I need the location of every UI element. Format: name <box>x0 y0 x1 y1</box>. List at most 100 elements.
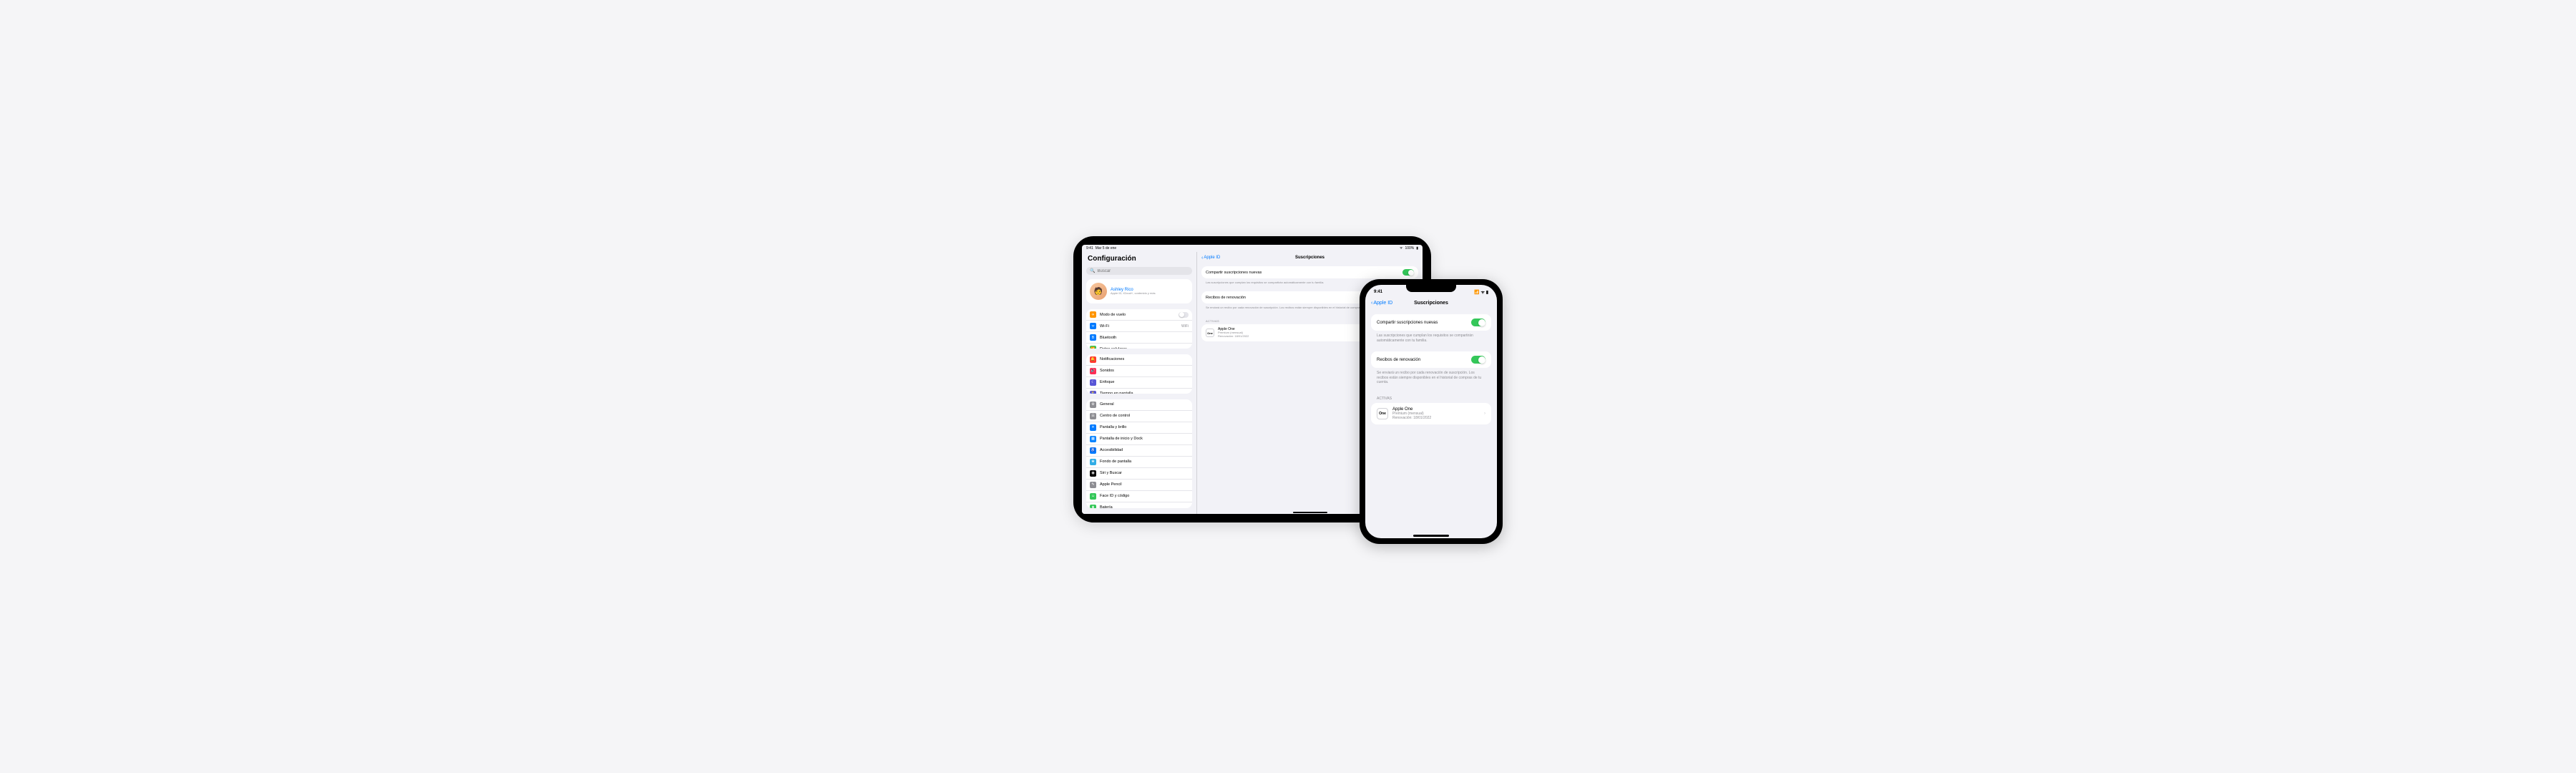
status-time: 9:41 <box>1086 246 1093 251</box>
device-mockup-stage: 9:41 Mar 5 de ene ᯤ 100% ▮ Configuración… <box>1073 236 1503 537</box>
cellular-icon: 📶 <box>1090 346 1096 349</box>
wifi-value: WiFi <box>1181 324 1189 329</box>
homescreen-label: Pantalla de inicio y Dock <box>1100 437 1189 441</box>
sounds-row[interactable]: 🔊 Sonidos <box>1086 366 1192 377</box>
iphone-body: Compartir suscripciones nuevas Las suscr… <box>1365 310 1497 532</box>
chevron-right-icon: › <box>1484 412 1485 416</box>
wifi-row[interactable]: ᯤ Wi-Fi WiFi <box>1086 321 1192 332</box>
siri-row[interactable]: ◉ Siri y Buscar <box>1086 468 1192 480</box>
apple-id-card[interactable]: 🧑 Ashley Rico Apple ID, iCloud+, conteni… <box>1086 279 1192 303</box>
bell-icon: 🔔 <box>1090 356 1096 363</box>
home-indicator[interactable] <box>1413 535 1449 537</box>
bluetooth-row[interactable]: B Bluetooth <box>1086 332 1192 344</box>
general-row[interactable]: ⚙ General <box>1086 399 1192 411</box>
display-row[interactable]: ☀ Pantalla y brillo <box>1086 422 1192 434</box>
iphone-nav-header: ‹ Apple ID Suscripciones <box>1365 296 1497 310</box>
pencil-row[interactable]: ✎ Apple Pencil <box>1086 480 1192 491</box>
bluetooth-icon: B <box>1090 334 1096 341</box>
search-icon: 🔍 <box>1090 268 1095 273</box>
wifi-icon: ᯤ <box>1090 323 1096 329</box>
iphone-device-frame: 9:41 📶 ᯤ ▮ ‹ Apple ID Suscripciones Comp… <box>1360 279 1503 544</box>
page-title: Configuración <box>1086 252 1192 267</box>
cellular-row[interactable]: 📶 Datos celulares <box>1086 344 1192 349</box>
control-label: Centro de control <box>1100 414 1189 418</box>
airplane-mode-row[interactable]: ✈ Modo de vuelo <box>1086 309 1192 321</box>
subscription-renewal: Renovación: 18/01/2022 <box>1392 416 1480 420</box>
accessibility-row[interactable]: ♿ Accesibilidad <box>1086 445 1192 457</box>
sliders-icon: ☰ <box>1090 413 1096 419</box>
apple-one-icon: One <box>1206 329 1214 337</box>
share-subscriptions-row[interactable]: Compartir suscripciones nuevas <box>1201 266 1418 278</box>
profile-subtitle: Apple ID, iCloud+, contenido y más <box>1111 292 1189 296</box>
bluetooth-label: Bluetooth <box>1100 336 1189 340</box>
settings-sidebar: Configuración 🔍 🧑 Ashley Rico Apple ID, … <box>1082 252 1196 514</box>
battery-percent: 100% <box>1405 246 1414 251</box>
ipad-status-bar: 9:41 Mar 5 de ene ᯤ 100% ▮ <box>1082 245 1423 252</box>
search-input[interactable] <box>1097 269 1189 273</box>
hourglass-icon: ⏳ <box>1090 391 1096 394</box>
iphone-screen: 9:41 📶 ᯤ ▮ ‹ Apple ID Suscripciones Comp… <box>1365 285 1497 538</box>
gear-icon: ⚙ <box>1090 402 1096 408</box>
search-field[interactable]: 🔍 <box>1086 267 1192 275</box>
alerts-group: 🔔 Notificaciones 🔊 Sonidos ☾ Enfoque <box>1086 354 1192 394</box>
wifi-label: Wi-Fi <box>1100 324 1178 329</box>
wallpaper-row[interactable]: ❀ Fondo de pantalla <box>1086 457 1192 468</box>
system-group: ⚙ General ☰ Centro de control ☀ Pantalla… <box>1086 399 1192 508</box>
subscription-item[interactable]: One Apple One Premium (mensual) Renovaci… <box>1371 403 1491 424</box>
share-toggle[interactable] <box>1402 269 1414 276</box>
faceid-row[interactable]: ☺ Face ID y código <box>1086 491 1192 502</box>
speaker-icon: 🔊 <box>1090 368 1096 374</box>
display-label: Pantalla y brillo <box>1100 425 1189 429</box>
accessibility-label: Accesibilidad <box>1100 448 1189 452</box>
accessibility-icon: ♿ <box>1090 447 1096 454</box>
homescreen-row[interactable]: ▦ Pantalla de inicio y Dock <box>1086 434 1192 445</box>
pencil-label: Apple Pencil <box>1100 482 1189 487</box>
share-label: Compartir suscripciones nuevas <box>1206 271 1262 275</box>
share-label: Compartir suscripciones nuevas <box>1377 321 1438 325</box>
status-time: 9:41 <box>1374 290 1382 294</box>
control-center-row[interactable]: ☰ Centro de control <box>1086 411 1192 422</box>
grid-icon: ▦ <box>1090 436 1096 442</box>
screentime-label: Tiempo en pantalla <box>1100 392 1189 393</box>
detail-header: ‹ Apple ID Suscripciones <box>1197 252 1423 263</box>
airplane-toggle[interactable] <box>1179 312 1189 318</box>
back-button[interactable]: ‹ Apple ID <box>1201 256 1220 261</box>
receipts-toggle[interactable] <box>1471 356 1485 364</box>
siri-icon: ◉ <box>1090 470 1096 477</box>
share-toggle[interactable] <box>1471 319 1485 326</box>
battery-icon: ▮ <box>1090 505 1096 508</box>
faceid-icon: ☺ <box>1090 493 1096 500</box>
detail-title: Suscripciones <box>1295 256 1324 260</box>
back-button[interactable]: ‹ Apple ID <box>1371 301 1392 306</box>
focus-row[interactable]: ☾ Enfoque <box>1086 377 1192 389</box>
chevron-left-icon: ‹ <box>1371 301 1372 306</box>
receipts-label: Recibos de renovación <box>1377 358 1420 362</box>
wallpaper-label: Fondo de pantalla <box>1100 460 1189 464</box>
airplane-label: Modo de vuelo <box>1100 313 1175 317</box>
share-subscriptions-group: Compartir suscripciones nuevas <box>1371 314 1491 331</box>
receipts-label: Recibos de renovación <box>1206 296 1246 300</box>
notifications-row[interactable]: 🔔 Notificaciones <box>1086 354 1192 366</box>
notifications-label: Notificaciones <box>1100 357 1189 361</box>
airplane-icon: ✈ <box>1090 311 1096 318</box>
screentime-row[interactable]: ⏳ Tiempo en pantalla <box>1086 389 1192 394</box>
general-label: General <box>1100 402 1189 407</box>
focus-label: Enfoque <box>1100 380 1189 384</box>
cellular-label: Datos celulares <box>1100 347 1189 349</box>
receipts-group: Recibos de renovación <box>1371 351 1491 368</box>
battery-label: Batería <box>1100 505 1189 508</box>
back-label: Apple ID <box>1373 301 1392 306</box>
sounds-label: Sonidos <box>1100 369 1189 373</box>
receipts-row[interactable]: Recibos de renovación <box>1371 351 1491 368</box>
moon-icon: ☾ <box>1090 379 1096 386</box>
share-subscriptions-group: Compartir suscripciones nuevas <box>1201 266 1418 278</box>
pencil-icon: ✎ <box>1090 482 1096 488</box>
battery-row[interactable]: ▮ Batería <box>1086 502 1192 508</box>
avatar: 🧑 <box>1090 283 1107 300</box>
battery-icon: ▮ <box>1416 246 1418 251</box>
status-icons: 📶 ᯤ ▮ <box>1474 289 1488 295</box>
share-subscriptions-row[interactable]: Compartir suscripciones nuevas <box>1371 314 1491 331</box>
wifi-icon: ᯤ <box>1400 246 1403 251</box>
back-label: Apple ID <box>1204 256 1220 260</box>
home-indicator[interactable] <box>1293 512 1327 513</box>
